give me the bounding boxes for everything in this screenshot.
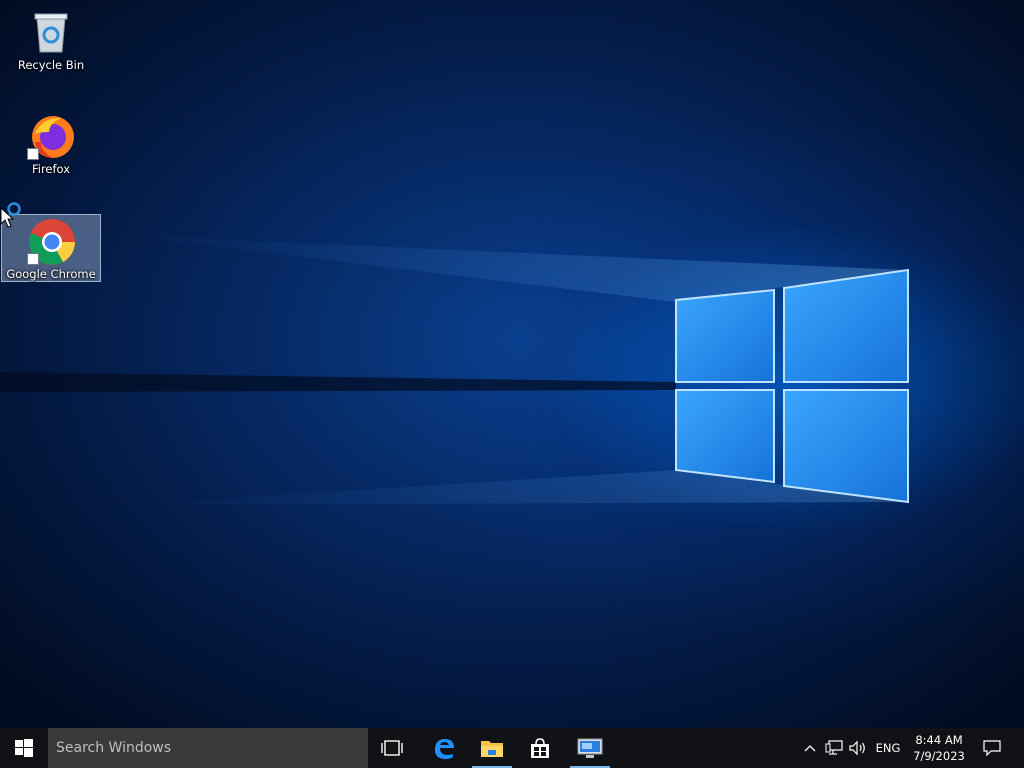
store-button[interactable] bbox=[516, 728, 564, 768]
speaker-icon bbox=[849, 740, 865, 756]
notification-icon bbox=[983, 740, 1001, 756]
action-center-button[interactable] bbox=[976, 728, 1008, 768]
clock[interactable]: 8:44 AM 7/9/2023 bbox=[908, 728, 970, 768]
desktop-icon-label: Firefox bbox=[31, 162, 71, 176]
task-view-icon bbox=[381, 740, 403, 756]
network-icon bbox=[825, 740, 843, 755]
edge-icon bbox=[435, 739, 454, 759]
volume-button[interactable] bbox=[846, 728, 870, 768]
desktop-wallpaper bbox=[0, 0, 1024, 728]
store-icon bbox=[531, 738, 549, 758]
taskbar: Search Windows ENG 8:44 AM 7/9/2023 bbox=[0, 728, 1024, 768]
remote-desktop-button[interactable] bbox=[566, 728, 614, 768]
search-placeholder: Search Windows bbox=[56, 740, 172, 756]
shortcut-arrow-icon bbox=[27, 148, 39, 160]
desktop-icon-label: Google Chrome bbox=[6, 267, 96, 281]
recycle-bin-icon bbox=[27, 8, 75, 56]
clock-time: 8:44 AM bbox=[915, 733, 963, 747]
desktop-icon-label: Recycle Bin bbox=[17, 58, 85, 72]
firefox-icon bbox=[27, 112, 75, 160]
desktop-icon-firefox[interactable]: Firefox bbox=[1, 110, 101, 178]
shortcut-arrow-icon bbox=[27, 253, 39, 265]
task-view-button[interactable] bbox=[368, 728, 416, 768]
chevron-up-icon bbox=[804, 745, 816, 752]
folder-icon bbox=[481, 741, 503, 757]
start-button[interactable] bbox=[0, 728, 48, 768]
search-input[interactable]: Search Windows bbox=[48, 728, 368, 768]
edge-button[interactable] bbox=[420, 728, 468, 768]
network-button[interactable] bbox=[822, 728, 846, 768]
windows-logo-icon bbox=[15, 739, 33, 757]
clock-date: 7/9/2023 bbox=[913, 749, 965, 763]
show-hidden-icons-button[interactable] bbox=[800, 728, 820, 768]
chrome-icon bbox=[27, 217, 75, 265]
remote-desktop-icon bbox=[577, 738, 603, 758]
mouse-cursor-icon bbox=[0, 200, 26, 232]
desktop-icon-recycle-bin[interactable]: Recycle Bin bbox=[1, 6, 101, 74]
input-language-button[interactable]: ENG bbox=[872, 728, 904, 768]
file-explorer-button[interactable] bbox=[468, 728, 516, 768]
